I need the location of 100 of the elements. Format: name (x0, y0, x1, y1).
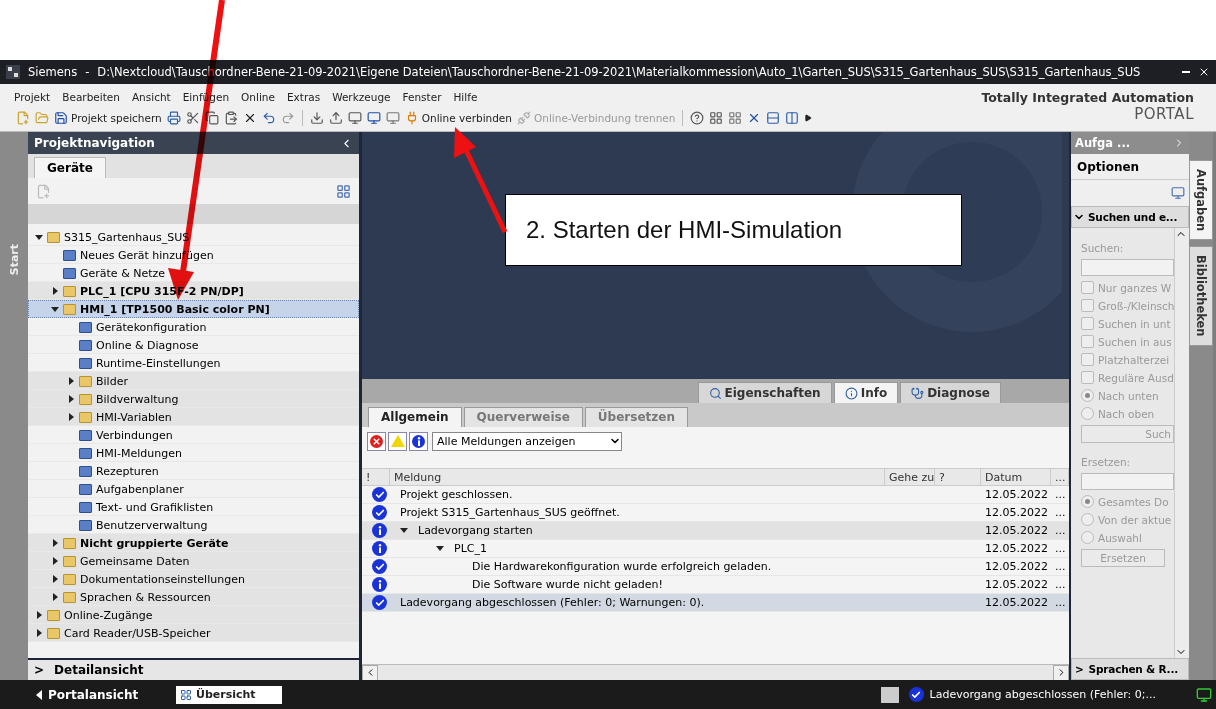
menu-item[interactable]: Ansicht (131, 91, 171, 103)
column-header[interactable]: ? (935, 469, 981, 485)
message-row[interactable]: Die Hardwarekonfiguration wurde erfolgreich geladen. 12.05.2022 ... (362, 558, 1069, 576)
sub-tab[interactable]: Allgemein (368, 407, 462, 427)
grid-icon[interactable] (709, 111, 724, 125)
message-row[interactable]: Projekt S315_Gartenhaus_SUS geöffnet. 12.05.2022 ... (362, 504, 1069, 522)
monitor-icon[interactable] (1196, 686, 1212, 703)
message-row[interactable]: Projekt geschlossen. 12.05.2022 ... (362, 486, 1069, 504)
tree-item[interactable]: Gemeinsame Daten (28, 552, 359, 570)
section-header[interactable]: > Sprachen & R... (1071, 658, 1189, 680)
expand-arrow-icon[interactable] (36, 629, 42, 637)
grid-icon[interactable] (336, 183, 351, 199)
menu-item[interactable]: Online (241, 91, 275, 103)
expand-arrow-icon[interactable] (52, 593, 58, 601)
column-header[interactable]: Meldung (390, 469, 885, 485)
more-text: ... (1055, 542, 1066, 555)
scissors-icon[interactable] (185, 111, 200, 125)
tree-item[interactable]: Nicht gruppierte Geräte (28, 534, 359, 552)
download-icon[interactable] (309, 111, 324, 125)
sub-tab[interactable]: Querverweise (463, 407, 583, 427)
folder-icon (63, 285, 76, 297)
expand-arrow-icon[interactable] (52, 287, 58, 295)
tree-item[interactable]: Card Reader/USB-Speicher (28, 624, 359, 642)
section-header[interactable]: Suchen und e... (1071, 206, 1189, 228)
split-columns-icon[interactable] (785, 111, 800, 125)
detail-header[interactable]: > Detailansicht (28, 658, 359, 680)
monitor-icon[interactable] (366, 111, 381, 125)
grid-icon[interactable] (728, 111, 743, 125)
split-rows-icon[interactable] (766, 111, 781, 125)
tree-item[interactable]: HMI-Variablen (28, 408, 359, 426)
expand-arrow-icon[interactable] (36, 611, 42, 619)
inspector-tab[interactable]: Diagnose (900, 382, 1001, 403)
tree-item[interactable]: HMI_1 [TP1500 Basic color PN] (28, 300, 359, 318)
message-row[interactable]: PLC_1 12.05.2022 ... (362, 540, 1069, 558)
column-header[interactable]: Datum (981, 469, 1051, 485)
upload-icon[interactable] (328, 111, 343, 125)
date-text: 12.05.2022 (985, 524, 1048, 537)
replace-field[interactable] (1081, 473, 1174, 490)
horizontal-scrollbar[interactable] (362, 664, 1069, 680)
menu-item[interactable]: Werkzeuge (332, 91, 391, 103)
undo-icon[interactable] (261, 111, 276, 125)
error-filter-button[interactable] (367, 431, 386, 451)
tree-item[interactable]: Bildverwaltung (28, 390, 359, 408)
brand-subtitle: PORTAL (1134, 105, 1194, 123)
unplug-icon (517, 111, 531, 125)
menu-item[interactable]: Bearbeiten (62, 91, 120, 103)
more-arrow-icon[interactable] (804, 114, 813, 122)
monitor-icon[interactable] (347, 111, 362, 125)
message-row[interactable]: Ladevorgang starten 12.05.2022 ... (362, 522, 1069, 540)
more-text: ... (1055, 488, 1066, 501)
side-tab[interactable]: Bibliotheken (1189, 246, 1213, 346)
collapse-arrow-icon[interactable] (400, 528, 408, 533)
menu-item[interactable]: Hilfe (453, 91, 478, 103)
message-row[interactable]: Die Software wurde nicht geladen! 12.05.2022 ... (362, 576, 1069, 594)
project-path: D:\Nextcloud\Tauschordner-Bene-21-09-2021\Eigene Dateien\Tauschordner-Bene-21-09-2021\Materialkommession\Auto_1\Garten_SUS\S315_Gartenhaus_SUS\S315_Gartenhaus_SUS (97, 65, 1141, 79)
search-field[interactable] (1081, 259, 1174, 276)
vertical-scrollbar[interactable] (1174, 228, 1189, 658)
inspector-tab[interactable]: Info (833, 382, 899, 403)
expand-arrow-icon[interactable] (52, 575, 58, 583)
menu-item[interactable]: Extras (286, 91, 321, 103)
column-header[interactable]: Gehe zu (885, 469, 935, 485)
menu-item[interactable]: Fenster (402, 91, 442, 103)
save-button[interactable]: Projekt speichern (54, 111, 162, 125)
sub-tab[interactable]: Übersetzen (584, 407, 688, 427)
inspector-tab[interactable]: Eigenschaften (697, 382, 832, 403)
message-text: Die Software wurde nicht geladen! (472, 578, 663, 591)
printer-icon[interactable] (166, 111, 181, 125)
date-text: 12.05.2022 (985, 560, 1048, 573)
expand-arrow-icon[interactable] (52, 557, 58, 565)
expand-arrow-icon[interactable] (52, 539, 58, 547)
info-glyph-icon (377, 544, 382, 553)
folder-icon (63, 303, 76, 315)
tree-item[interactable]: Online-Zugänge (28, 606, 359, 624)
window-icon[interactable] (1171, 186, 1185, 200)
status-message: Ladevorgang abgeschlossen (Fehler: 0;... (929, 688, 1156, 701)
close-icon[interactable] (1198, 66, 1210, 78)
back-arrow-icon (36, 689, 42, 700)
overview-tab[interactable]: Übersicht (176, 685, 282, 704)
collapse-arrow-icon[interactable] (436, 546, 444, 551)
portal-view-button[interactable]: Portalansicht (36, 687, 176, 702)
expand-arrow-icon[interactable] (68, 395, 74, 403)
tree-item[interactable]: Sprachen & Ressourcen (28, 588, 359, 606)
devices-tab[interactable]: Geräte (34, 157, 106, 178)
help-icon[interactable] (690, 111, 705, 125)
info-filter-button[interactable] (409, 431, 428, 451)
side-tab[interactable]: Aufgaben (1189, 160, 1213, 241)
expand-arrow-icon[interactable] (68, 413, 74, 421)
detail-title: Detailansicht (54, 663, 144, 677)
connect-button[interactable]: Online verbinden (404, 111, 512, 125)
menu-item[interactable]: Projekt (14, 91, 51, 103)
filter-dropdown[interactable]: Alle Meldungen anzeigen (432, 431, 622, 451)
tree-item[interactable]: Bilder (28, 372, 359, 390)
item-icon (79, 339, 92, 351)
folder-icon (63, 591, 76, 603)
paste-icon[interactable] (223, 111, 238, 125)
folder-icon (79, 375, 92, 387)
tree-item[interactable]: Dokumentationseinstellungen (28, 570, 359, 588)
column-header[interactable]: ! (362, 469, 390, 485)
message-row[interactable]: Ladevorgang abgeschlossen (Fehler: 0; Warnungen: 0). 12.05.2022 ... (362, 594, 1069, 612)
expand-arrow-icon[interactable] (68, 377, 74, 385)
